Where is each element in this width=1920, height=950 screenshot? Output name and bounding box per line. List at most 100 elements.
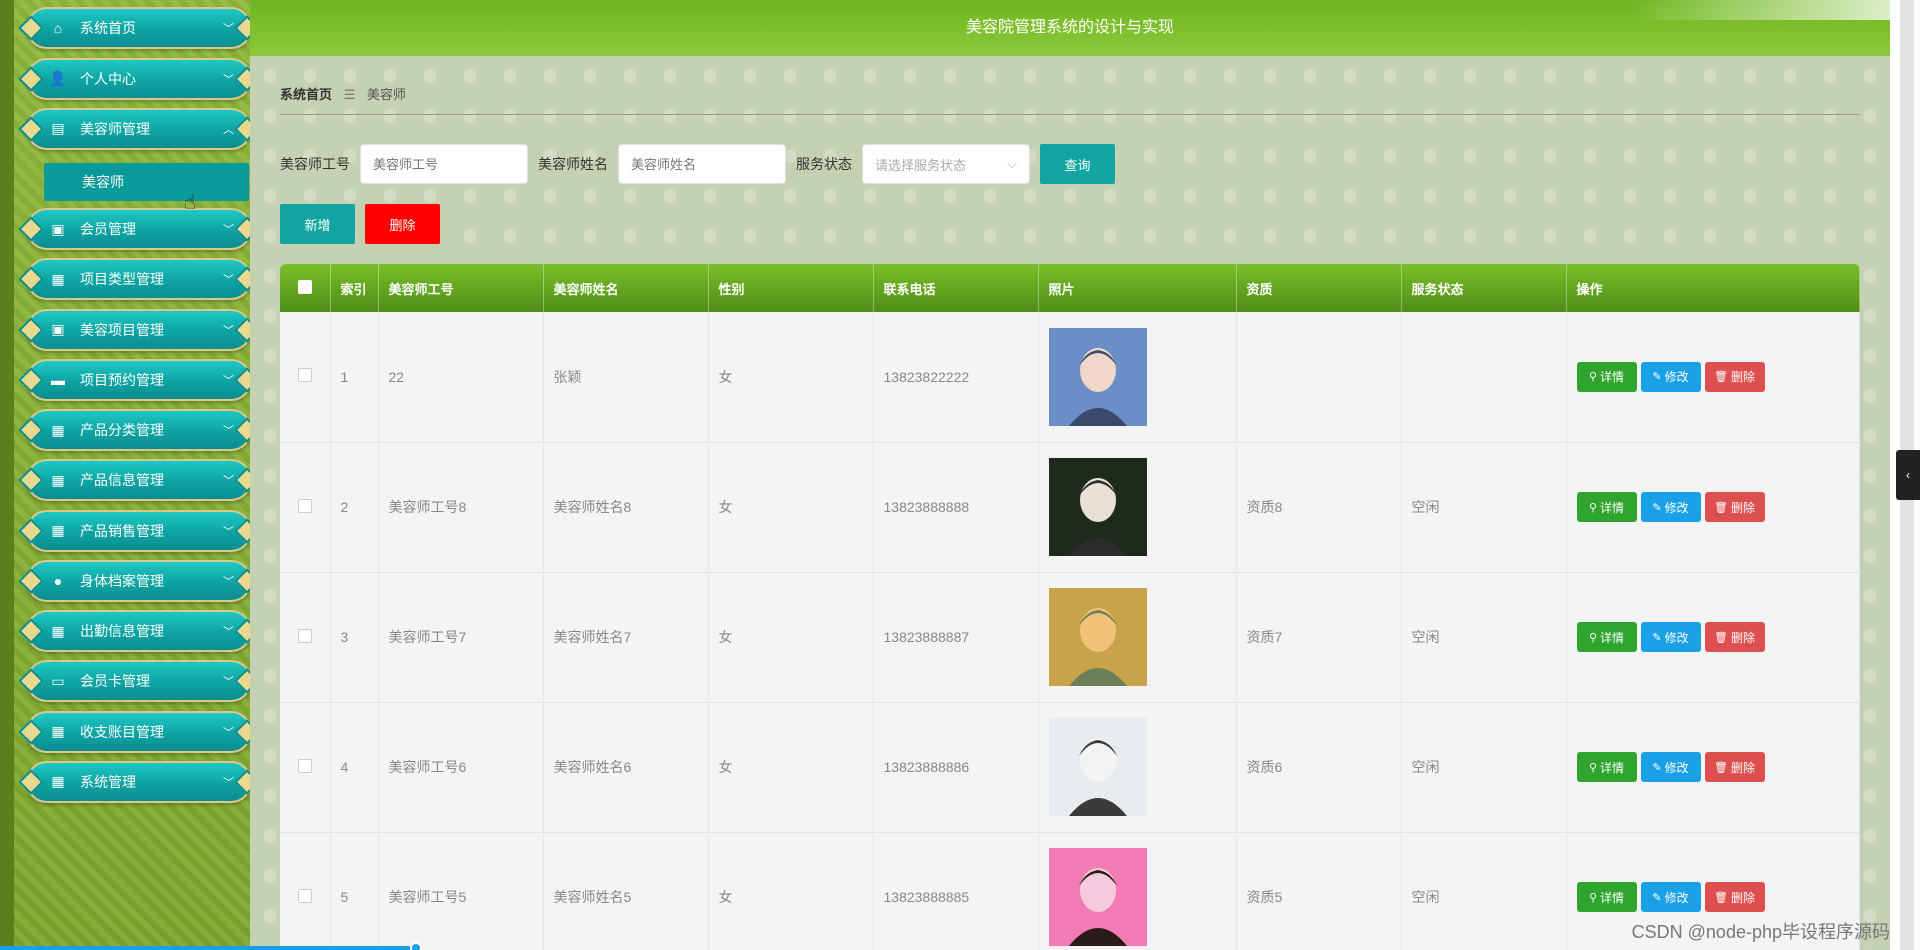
cell-photo [1038,312,1237,442]
table-row: 1 22 张颖女 13823822222 ⚲ 详情 ✎ 修改 🗑 删除 [280,312,1860,442]
horizontal-scrollbar[interactable] [0,946,420,950]
table-header-row: 索引 美容师工号 美容师姓名 性别 联系电话 照片 资质 服务状态 操作 [280,264,1860,312]
grid-icon: ▦ [51,270,65,287]
delete-button[interactable]: 🗑 删除 [1704,882,1765,912]
breadcrumb-home[interactable]: 系统首页 [280,87,332,102]
cell-id: 美容师工号8 [378,442,544,572]
chevron-down-icon: ﹀ [223,575,234,588]
delete-button[interactable]: 🗑 删除 [1704,752,1765,782]
cell-photo [1038,442,1237,572]
chevron-down-icon: ﹀ [223,525,234,538]
sidebar-item-beautician[interactable]: 美容师 [44,163,249,201]
row-checkbox[interactable] [297,368,312,383]
detail-button[interactable]: ⚲ 详情 [1576,622,1637,652]
delete-label: 删除 [1730,890,1755,905]
sidebar-item[interactable]: ▦ 出勤信息管理 ﹀ [26,610,252,653]
sidebar-item[interactable]: ▬ 项目预约管理 ﹀ [26,358,252,401]
row-checkbox[interactable] [297,628,312,643]
delete-button[interactable]: 🗑 删除 [1704,622,1765,652]
sidebar-item[interactable]: ▦ 项目类型管理 ﹀ [26,258,252,301]
sidebar-item[interactable]: ⌂ 系统首页 ﹀ [26,7,252,50]
collapse-panel-icon[interactable]: ‹ [1896,450,1920,500]
detail-button[interactable]: ⚲ 详情 [1576,752,1637,782]
breadcrumb-current: 美容师 [366,87,406,102]
cell-name: 美容师姓名6 [543,702,709,832]
table-row: 5 美容师工号5 美容师姓名5 女 13823888885 资质5 空闲 ⚲ 详情 ✎ 修改 🗑 删除 [280,832,1860,950]
sidebar-item-label: 美容项目管理 [80,321,164,338]
clipboard-icon: ▣ [51,220,65,237]
edit-button[interactable]: ✎ 修改 [1640,752,1701,782]
select-all-checkbox[interactable] [297,279,312,294]
sidebar-item[interactable]: ▦ 系统管理 ﹀ [26,760,252,803]
id-search-input[interactable] [360,144,528,184]
header-name: 美容师姓名 [543,264,709,312]
grid-icon: ▦ [51,773,65,790]
chevron-down-icon: ﹀ [223,374,234,387]
name-search-input[interactable] [618,144,786,184]
edit-button[interactable]: ✎ 修改 [1640,622,1701,652]
edit-button[interactable]: ✎ 修改 [1640,361,1701,392]
trash-icon: 🗑 [1714,761,1728,774]
beautician-photo[interactable] [1048,848,1147,946]
edit-button[interactable]: ✎ 修改 [1640,882,1701,912]
row-select-cell [280,572,331,702]
sidebar-item[interactable]: ● 身体档案管理 ﹀ [26,559,252,602]
bulb-icon: ● [53,572,63,589]
breadcrumb: 系统首页 ☰ 美容师 [280,84,406,103]
beautician-photo[interactable] [1048,327,1147,426]
cell-actions: ⚲ 详情 ✎ 修改 🗑 删除 [1566,312,1860,442]
delete-button[interactable]: 🗑 删除 [1704,361,1765,392]
query-button[interactable]: 查询 [1040,144,1115,184]
detail-button[interactable]: ⚲ 详情 [1576,882,1637,912]
edit-icon: ✎ [1652,501,1662,514]
delete-label: 删除 [1730,370,1755,385]
sidebar-item-label: 产品分类管理 [80,422,164,439]
detail-button[interactable]: ⚲ 详情 [1576,492,1637,522]
beautician-photo[interactable] [1048,718,1147,816]
row-checkbox[interactable] [297,758,312,773]
sidebar-item[interactable]: ▦ 产品分类管理 ﹀ [26,409,252,452]
edit-button[interactable]: ✎ 修改 [1640,492,1701,522]
add-button[interactable]: 新增 [280,204,355,244]
cell-name: 美容师姓名5 [543,832,709,950]
detail-label: 详情 [1600,890,1625,905]
name-label: 美容师姓名 [538,156,608,172]
search-icon: ⚲ [1588,631,1598,644]
select-all-cell [280,264,331,312]
sidebar-item-label: 身体档案管理 [80,572,164,589]
status-select[interactable]: 请选择服务状态 ⌵ [862,144,1030,184]
app-header: 美容院管理系统的设计与实现 [250,0,1890,56]
beautician-photo[interactable] [1048,588,1147,686]
sidebar-item-label: 个人中心 [80,70,136,87]
delete-button[interactable]: 🗑 删除 [1704,492,1765,522]
sidebar-item[interactable]: 👤 个人中心 ﹀ [26,57,252,100]
sidebar-item[interactable]: ▣ 会员管理 ﹀ [26,208,252,251]
sidebar-item[interactable]: ▦ 产品信息管理 ﹀ [26,459,252,502]
row-checkbox[interactable] [297,498,312,513]
trash-icon: 🗑 [1714,631,1728,644]
cell-gender: 女 [708,832,874,950]
chevron-down-icon: ﹀ [223,425,234,438]
cell-name: 张颖 [543,312,709,442]
sidebar-item[interactable]: ▦ 产品销售管理 ﹀ [26,509,252,552]
edit-icon: ✎ [1652,631,1662,644]
beautician-photo[interactable] [1048,458,1147,556]
detail-label: 详情 [1600,630,1625,645]
chevron-down-icon: ﹀ [223,224,234,237]
sidebar-item[interactable]: ▦ 收支账目管理 ﹀ [26,710,252,753]
sidebar-item[interactable]: ▣ 美容项目管理 ﹀ [26,308,252,351]
row-checkbox[interactable] [297,888,312,903]
cell-photo [1038,702,1237,832]
breadcrumb-divider [280,114,1860,115]
sidebar-item-label: 美容师管理 [80,120,150,137]
cell-phone: 13823888885 [873,832,1039,950]
submenu-label: 美容师 [82,174,124,190]
horizontal-scroll-knob[interactable] [410,942,422,950]
batch-delete-button[interactable]: 删除 [365,204,440,244]
user-icon: 👤 [49,70,67,87]
detail-button[interactable]: ⚲ 详情 [1576,361,1637,392]
header-id: 美容师工号 [378,264,544,312]
sidebar-item[interactable]: ▭ 会员卡管理 ﹀ [26,660,252,703]
sidebar-item[interactable]: ▤ 美容师管理 ︿ [26,107,252,150]
header-gender: 性别 [708,264,874,312]
